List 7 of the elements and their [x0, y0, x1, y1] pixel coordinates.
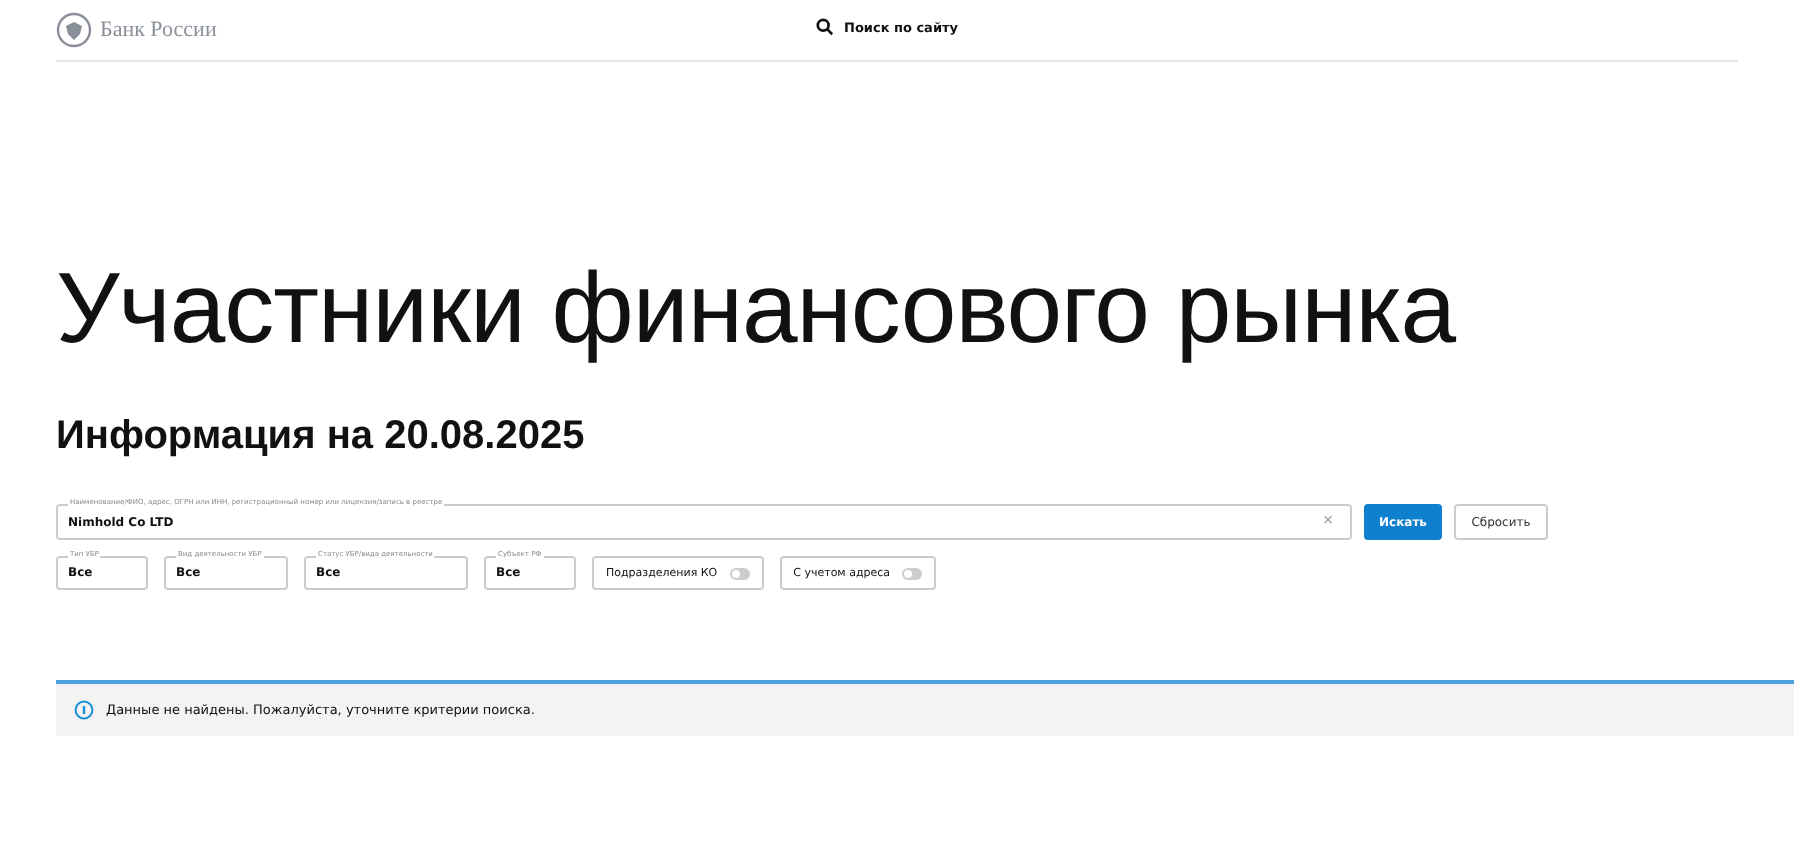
toggle-switch[interactable] [902, 567, 923, 579]
search-icon [816, 18, 834, 36]
page-title: Участники финансового рынка [56, 250, 1458, 368]
info-icon [74, 700, 94, 720]
page-subtitle: Информация на 20.08.2025 [56, 412, 587, 462]
toggle-switch[interactable] [729, 567, 750, 579]
emblem-icon[interactable] [56, 12, 92, 48]
